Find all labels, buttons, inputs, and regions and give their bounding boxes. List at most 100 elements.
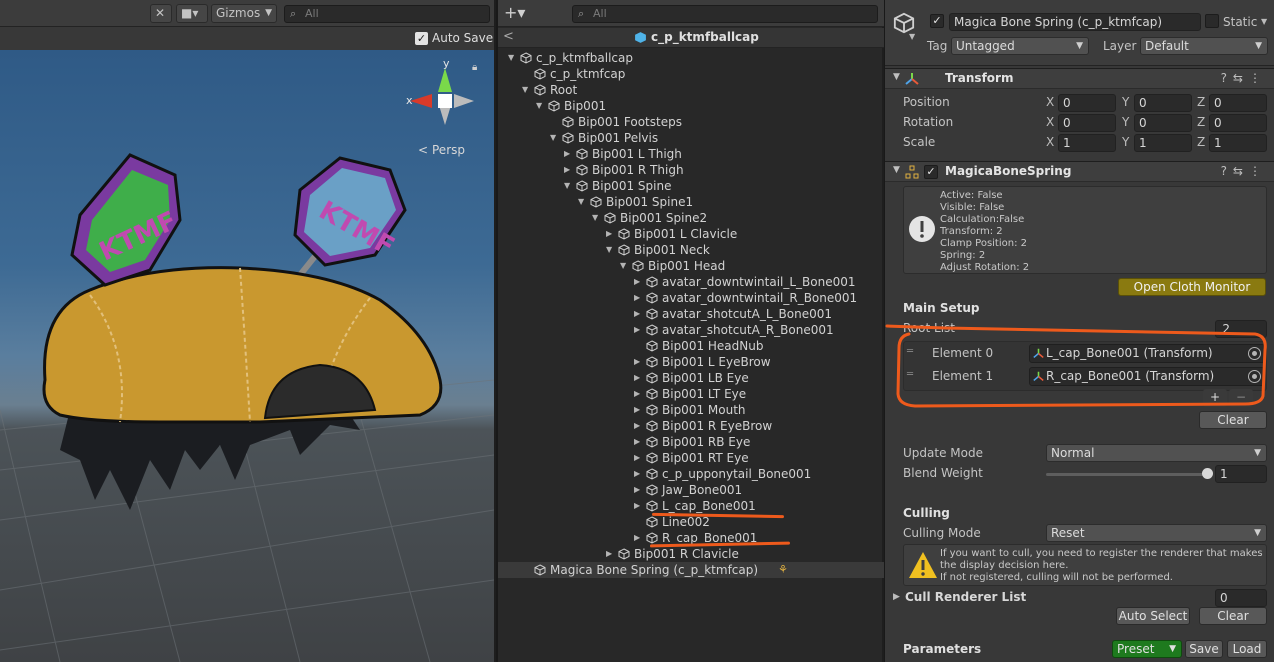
hierarchy-item[interactable]: Bip001 Footsteps — [498, 114, 884, 130]
chevron-down-icon[interactable]: ▼ — [909, 32, 915, 41]
preset-button[interactable]: Preset ▼ — [1112, 640, 1182, 658]
expand-arrow-icon[interactable]: ▼ — [606, 242, 616, 258]
expand-arrow-icon[interactable]: ▼ — [522, 82, 532, 98]
hierarchy-item[interactable]: ▼ Bip001 Spine2 — [498, 210, 884, 226]
hierarchy-item[interactable]: ▶ c_p_upponytail_Bone001 — [498, 466, 884, 482]
save-preset-button[interactable]: Save — [1185, 640, 1223, 658]
open-cloth-monitor-button[interactable]: Open Cloth Monitor — [1118, 278, 1266, 296]
hierarchy-item[interactable]: ▼ c_p_ktmfballcap — [498, 50, 884, 66]
culling-mode-dropdown[interactable]: Reset ▼ — [1046, 524, 1267, 542]
collapse-arrow-icon[interactable]: ▶ — [634, 322, 644, 338]
collapse-arrow-icon[interactable]: ▶ — [634, 274, 644, 290]
scene-viewport[interactable]: y x 🔒︎ Persp < KTMF KTMF — [0, 50, 494, 662]
hierarchy-item[interactable]: ▶ Jaw_Bone001 — [498, 482, 884, 498]
chevron-down-icon[interactable]: ▼ — [1261, 17, 1267, 26]
foldout-arrow-icon[interactable]: ▼ — [893, 72, 900, 82]
blend-weight-slider-track[interactable] — [1046, 473, 1208, 476]
foldout-arrow-icon[interactable]: ▶ — [893, 592, 900, 602]
collapse-arrow-icon[interactable]: ▶ — [634, 354, 644, 370]
active-checkbox[interactable]: ✓ — [930, 14, 944, 28]
transform-x-field[interactable]: 0 — [1058, 94, 1116, 112]
expand-arrow-icon[interactable]: ▼ — [508, 50, 518, 66]
persp-label[interactable]: Persp — [432, 143, 465, 157]
expand-arrow-icon[interactable]: ▼ — [620, 258, 630, 274]
scene-search-input[interactable]: ⌕ All — [284, 5, 490, 23]
hierarchy-item[interactable]: ▶ avatar_downtwintail_R_Bone001 — [498, 290, 884, 306]
hierarchy-item[interactable]: ▶ Bip001 R EyeBrow — [498, 418, 884, 434]
collapse-arrow-icon[interactable]: ▶ — [634, 290, 644, 306]
hierarchy-item[interactable]: ▶ Bip001 Mouth — [498, 402, 884, 418]
object-name-field[interactable]: Magica Bone Spring (c_p_ktmfcap) — [949, 13, 1201, 31]
hierarchy-item[interactable]: ▶ avatar_downtwintail_L_Bone001 — [498, 274, 884, 290]
foldout-arrow-icon[interactable]: ▼ — [893, 165, 900, 175]
transform-z-field[interactable]: 1 — [1209, 134, 1267, 152]
collapse-arrow-icon[interactable]: ▶ — [634, 530, 644, 546]
hierarchy-item[interactable]: ▶ Bip001 RB Eye — [498, 434, 884, 450]
hierarchy-item[interactable]: ▶ Bip001 L Thigh — [498, 146, 884, 162]
collapse-arrow-icon[interactable]: ▶ — [606, 546, 616, 562]
hierarchy-item[interactable]: ▼ Bip001 Neck — [498, 242, 884, 258]
hierarchy-item[interactable]: ▶ Bip001 L EyeBrow — [498, 354, 884, 370]
collapse-arrow-icon[interactable]: ▶ — [634, 418, 644, 434]
blend-weight-slider-thumb[interactable] — [1202, 468, 1213, 479]
blend-weight-field[interactable]: 1 — [1215, 465, 1267, 483]
hierarchy-item[interactable]: ▼ Root — [498, 82, 884, 98]
cull-renderer-count-field[interactable]: 0 — [1215, 589, 1267, 607]
hierarchy-item[interactable]: ▶ Bip001 LT Eye — [498, 386, 884, 402]
collapse-arrow-icon[interactable]: ▶ — [634, 434, 644, 450]
layer-dropdown[interactable]: Default ▼ — [1140, 37, 1268, 55]
load-preset-button[interactable]: Load — [1227, 640, 1267, 658]
hierarchy-item[interactable]: ▶ avatar_shotcutA_L_Bone001 — [498, 306, 884, 322]
collapse-arrow-icon[interactable]: ▶ — [634, 498, 644, 514]
transform-z-field[interactable]: 0 — [1209, 94, 1267, 112]
collapse-arrow-icon[interactable]: ▶ — [634, 466, 644, 482]
hierarchy-item[interactable]: ▶ Bip001 RT Eye — [498, 450, 884, 466]
lock-icon[interactable]: 🔒︎ — [472, 62, 477, 73]
collapse-arrow-icon[interactable]: ▶ — [634, 402, 644, 418]
add-object-button[interactable]: +▾ — [504, 3, 525, 22]
transform-y-field[interactable]: 1 — [1134, 134, 1192, 152]
hierarchy-item[interactable]: ▼ Bip001 Spine1 — [498, 194, 884, 210]
transform-header[interactable]: ▼ Transform ?⇆⋮ — [885, 68, 1274, 89]
expand-arrow-icon[interactable]: ▼ — [550, 130, 560, 146]
tools-icon[interactable]: ✕ — [150, 4, 172, 23]
component-menu-icons[interactable]: ?⇆⋮ — [1221, 71, 1267, 85]
collapse-arrow-icon[interactable]: ▶ — [634, 482, 644, 498]
component-menu-icons[interactable]: ?⇆⋮ — [1221, 164, 1267, 178]
collapse-arrow-icon[interactable]: ▶ — [564, 162, 574, 178]
auto-save-checkbox[interactable]: ✓ — [415, 32, 428, 45]
expand-arrow-icon[interactable]: ▼ — [592, 210, 602, 226]
collapse-arrow-icon[interactable]: ▶ — [564, 146, 574, 162]
tag-dropdown[interactable]: Untagged ▼ — [951, 37, 1089, 55]
hierarchy-item[interactable]: Magica Bone Spring (c_p_ktmfcap) ⚘ — [498, 562, 884, 578]
transform-x-field[interactable]: 1 — [1058, 134, 1116, 152]
clear-root-list-button[interactable]: Clear — [1199, 411, 1267, 429]
hierarchy-item[interactable]: ▶ avatar_shotcutA_R_Bone001 — [498, 322, 884, 338]
transform-y-field[interactable]: 0 — [1134, 114, 1192, 132]
camera-icon[interactable]: ■▾ — [176, 4, 208, 23]
scene-view[interactable]: ✕ ■▾ Gizmos ▼ ⌕ All ✓ Auto Save y x 🔒︎ P… — [0, 0, 494, 662]
update-mode-dropdown[interactable]: Normal ▼ — [1046, 444, 1267, 462]
hierarchy-item[interactable]: ▼ Bip001 Head — [498, 258, 884, 274]
hierarchy-item[interactable]: c_p_ktmfcap — [498, 66, 884, 82]
hierarchy-item[interactable]: ▼ Bip001 Spine — [498, 178, 884, 194]
hierarchy-item[interactable]: ▶ Bip001 R Clavicle — [498, 546, 884, 562]
clear-cull-list-button[interactable]: Clear — [1199, 607, 1267, 625]
hierarchy-item[interactable]: ▶ Bip001 R Thigh — [498, 162, 884, 178]
collapse-arrow-icon[interactable]: ▶ — [634, 370, 644, 386]
hierarchy-item[interactable]: ▶ L_cap_Bone001 — [498, 498, 884, 514]
collapse-arrow-icon[interactable]: ▶ — [634, 386, 644, 402]
transform-z-field[interactable]: 0 — [1209, 114, 1267, 132]
static-checkbox[interactable] — [1205, 14, 1219, 28]
transform-y-field[interactable]: 0 — [1134, 94, 1192, 112]
hierarchy-item[interactable]: Bip001 HeadNub — [498, 338, 884, 354]
expand-arrow-icon[interactable]: ▼ — [578, 194, 588, 210]
auto-select-button[interactable]: Auto Select — [1116, 607, 1190, 625]
expand-arrow-icon[interactable]: ▼ — [536, 98, 546, 114]
hierarchy-item[interactable]: ▼ Bip001 — [498, 98, 884, 114]
transform-x-field[interactable]: 0 — [1058, 114, 1116, 132]
component-enabled-checkbox[interactable]: ✓ — [924, 165, 938, 179]
bone-spring-header[interactable]: ▼ ✓ MagicaBoneSpring ?⇆⋮ — [885, 161, 1274, 182]
hierarchy-search-input[interactable]: ⌕ All — [572, 5, 878, 23]
collapse-arrow-icon[interactable]: ▶ — [634, 450, 644, 466]
